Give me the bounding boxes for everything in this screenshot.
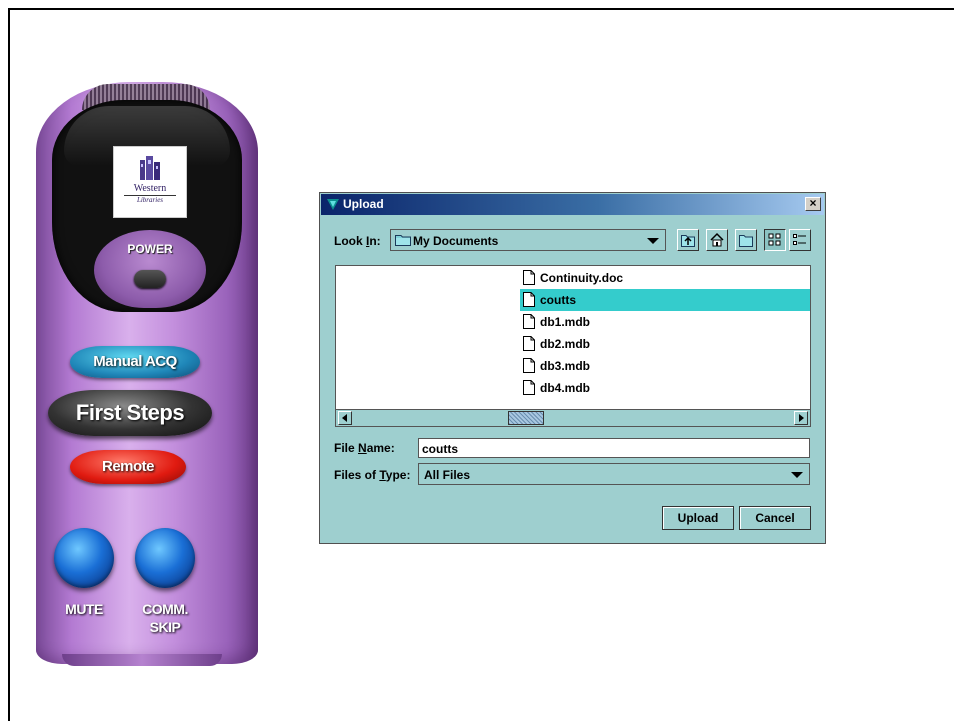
mute-button (54, 528, 114, 588)
new-folder-button[interactable] (735, 229, 757, 251)
file-icon (523, 292, 535, 307)
files-of-type-combo[interactable]: All Files (418, 463, 810, 485)
list-view-icon (768, 233, 781, 246)
file-icon (523, 336, 535, 351)
file-item[interactable]: db1.mdb (520, 311, 810, 333)
scroll-right-button[interactable] (794, 411, 808, 425)
first-steps-button: First Steps (48, 390, 212, 436)
files-of-type-value: All Files (424, 468, 471, 482)
dialog-title: Upload (343, 197, 384, 211)
dialog-titlebar[interactable]: Upload × (321, 194, 824, 215)
logo-text-libraries: Libraries (124, 195, 176, 205)
horizontal-scrollbar[interactable] (336, 409, 810, 426)
look-in-combo[interactable]: My Documents (390, 229, 666, 251)
remote-head: Western Libraries POWER (52, 100, 242, 312)
library-building-icon (140, 156, 160, 180)
file-name: db1.mdb (540, 315, 590, 329)
upload-dialog: Upload × Look In: My Documents Continuit… (319, 192, 826, 544)
list-view-button[interactable] (764, 229, 786, 251)
file-icon (523, 314, 535, 329)
remote-control-image: Western Libraries POWER Manual ACQ First… (22, 82, 272, 672)
file-item-selected[interactable]: coutts (520, 289, 810, 311)
comm-skip-button (135, 528, 195, 588)
cancel-button[interactable]: Cancel (739, 506, 811, 530)
file-name-field[interactable]: coutts (418, 438, 810, 458)
new-folder-icon (739, 235, 753, 247)
home-button[interactable] (706, 229, 728, 251)
file-name: Continuity.doc (540, 271, 624, 285)
folder-icon (395, 235, 411, 246)
scrollbar-thumb[interactable] (508, 411, 544, 425)
file-name: coutts (540, 293, 576, 307)
chevron-down-icon (791, 472, 803, 478)
file-icon (523, 270, 535, 285)
file-item[interactable]: Continuity.doc (520, 267, 810, 289)
remote-button: Remote (70, 450, 186, 484)
details-view-icon (793, 234, 806, 245)
java-cup-icon (327, 199, 339, 210)
western-libraries-logo: Western Libraries (113, 146, 187, 218)
comm-skip-label: COMM. SKIP (142, 601, 188, 635)
arrow-left-icon (342, 414, 347, 422)
file-item[interactable]: db2.mdb (520, 333, 810, 355)
up-one-level-icon (681, 235, 695, 247)
file-icon (523, 358, 535, 373)
file-name-label: File Name: (334, 441, 395, 455)
file-item[interactable]: db3.mdb (520, 355, 810, 377)
home-icon (710, 232, 724, 247)
file-list[interactable]: Continuity.doc coutts db1.mdb db2.mdb db… (335, 265, 811, 427)
scroll-left-button[interactable] (338, 411, 352, 425)
file-icon (523, 380, 535, 395)
details-view-button[interactable] (789, 229, 811, 251)
file-name: db4.mdb (540, 381, 590, 395)
up-one-level-button[interactable] (677, 229, 699, 251)
arrow-right-icon (799, 414, 804, 422)
look-in-label: Look In: (334, 234, 381, 248)
files-of-type-label: Files of Type: (334, 468, 411, 482)
file-name: db2.mdb (540, 337, 590, 351)
upload-button[interactable]: Upload (662, 506, 734, 530)
manual-acq-button: Manual ACQ (70, 346, 200, 378)
chevron-down-icon (647, 238, 659, 244)
power-area: POWER (94, 230, 206, 308)
power-button (134, 270, 166, 288)
file-name: db3.mdb (540, 359, 590, 373)
remote-base (62, 654, 222, 666)
close-button[interactable]: × (805, 197, 821, 211)
look-in-value: My Documents (413, 234, 499, 248)
mute-label: MUTE (65, 601, 103, 617)
power-label: POWER (127, 242, 173, 256)
file-item[interactable]: db4.mdb (520, 377, 810, 399)
logo-text-western: Western (133, 183, 167, 194)
